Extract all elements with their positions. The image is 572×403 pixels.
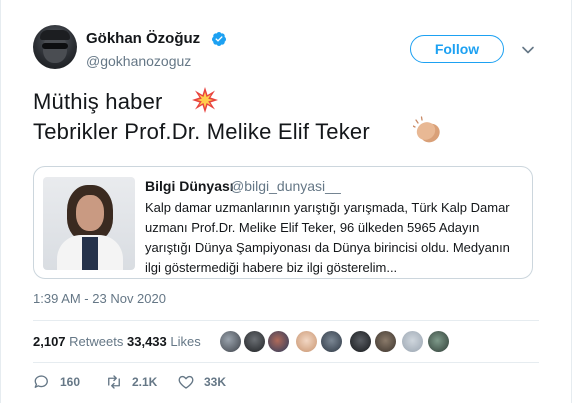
reply-count: 160 bbox=[60, 375, 81, 389]
verified-badge-icon bbox=[211, 32, 226, 46]
tweet-text-line-1: Müthiş haber bbox=[33, 89, 163, 114]
author-avatar[interactable] bbox=[33, 25, 77, 69]
tweet-timestamp[interactable]: 1:39 AM - 23 Nov 2020 bbox=[33, 291, 166, 306]
liker-avatar[interactable] bbox=[321, 331, 342, 352]
reply-action[interactable]: 160 bbox=[33, 373, 80, 391]
follow-button[interactable]: Follow bbox=[410, 35, 504, 63]
likes-label: Likes bbox=[170, 334, 201, 349]
liker-avatar[interactable] bbox=[244, 331, 265, 352]
retweet-action[interactable]: 2.1K bbox=[105, 373, 157, 391]
liker-avatar[interactable] bbox=[268, 331, 289, 352]
stats-divider-bottom bbox=[33, 362, 539, 363]
chevron-down-icon[interactable] bbox=[521, 43, 535, 57]
stats-divider-top bbox=[33, 320, 539, 321]
liker-avatar[interactable] bbox=[220, 331, 241, 352]
quoted-author-name: Bilgi Dünyası bbox=[145, 178, 234, 194]
liker-avatar[interactable] bbox=[350, 331, 371, 352]
likes-stat[interactable]: 33,433 Likes bbox=[127, 334, 201, 349]
author-handle[interactable]: @gokhanozoguz bbox=[86, 53, 191, 69]
author-name[interactable]: Gökhan Özoğuz bbox=[86, 30, 200, 47]
heart-icon bbox=[178, 375, 194, 389]
quoted-tweet-text: Kalp damar uzmanlarının yarıştığı yarışm… bbox=[145, 200, 510, 275]
clapping-hands-emoji-icon bbox=[413, 116, 440, 143]
liker-avatar[interactable] bbox=[296, 331, 317, 352]
tweet-text-line-2: Tebrikler Prof.Dr. Melike Elif Teker bbox=[33, 119, 370, 144]
liker-avatar[interactable] bbox=[375, 331, 396, 352]
likes-count: 33,433 bbox=[127, 334, 167, 349]
liker-avatar[interactable] bbox=[428, 331, 449, 352]
like-action[interactable]: 33K bbox=[177, 373, 226, 391]
quoted-tweet-card[interactable]: Bilgi Dünyası @bilgi_dunyasi__ Kalp dama… bbox=[33, 166, 533, 279]
retweets-label: Retweets bbox=[69, 334, 124, 349]
retweets-stat[interactable]: 2,107 Retweets bbox=[33, 334, 123, 349]
reply-icon bbox=[34, 375, 48, 388]
frame-border-left bbox=[0, 0, 1, 403]
quoted-author-handle: @bilgi_dunyasi__ bbox=[230, 178, 341, 194]
collision-emoji-icon bbox=[192, 87, 218, 113]
retweets-count: 2,107 bbox=[33, 334, 66, 349]
retweet-count: 2.1K bbox=[132, 375, 158, 389]
quoted-tweet-photo[interactable] bbox=[43, 177, 135, 270]
retweet-icon bbox=[108, 375, 120, 389]
like-count: 33K bbox=[204, 375, 227, 389]
liker-avatar[interactable] bbox=[402, 331, 423, 352]
